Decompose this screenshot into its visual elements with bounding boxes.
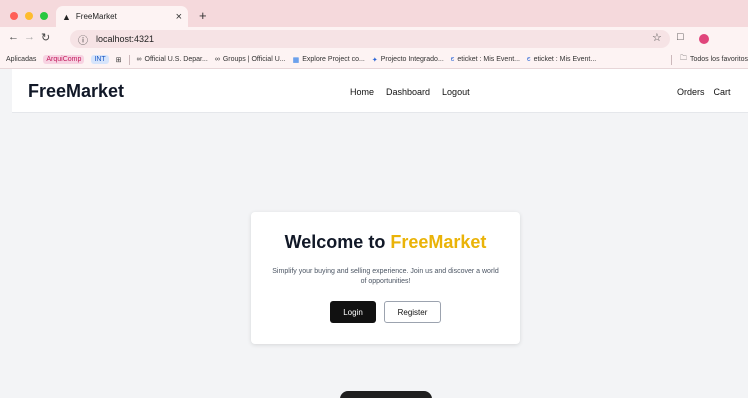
browser-toolbar: ← → ↻ ⓘ localhost:4321 ☆ □ (0, 27, 748, 51)
bookmarks-folder[interactable]: 🗀 Todos los favoritos (680, 54, 748, 65)
bookmark-projecto-integrado[interactable]: ✦ Projecto Integrado... (372, 56, 444, 64)
bookmark-label: Groups | Official U... (222, 56, 286, 63)
new-tab-icon[interactable]: + (199, 8, 207, 23)
welcome-heading-prefix: Welcome to (284, 232, 391, 252)
reload-icon[interactable]: ↻ (41, 31, 50, 44)
close-tab-icon[interactable]: × (176, 11, 182, 23)
forward-icon[interactable]: → (24, 31, 35, 43)
tab-title: FreeMarket (75, 12, 117, 21)
grid-icon: ▦ (292, 56, 300, 64)
bookmark-label: Projecto Integrado... (380, 56, 444, 63)
welcome-card: Welcome to FreeMarket Simplify your buyi… (251, 212, 520, 344)
bookmark-label: Official U.S. Depar... (144, 56, 208, 63)
bookmark-aplicadas[interactable]: Aplicadas (6, 56, 36, 63)
welcome-heading-brand: FreeMarket (390, 232, 487, 252)
bookmark-arquicomp[interactable]: ArquiComp (43, 55, 85, 64)
bookmark-label: Explore Project co... (302, 56, 365, 63)
apps-grid-icon[interactable]: ⊞ (116, 56, 122, 64)
minimize-window-button[interactable] (25, 12, 33, 20)
maximize-window-button[interactable] (40, 12, 48, 20)
welcome-subtitle: Simplify your buying and selling experie… (272, 268, 499, 285)
extensions-icon[interactable]: □ (677, 31, 684, 43)
bookmark-divider (671, 55, 672, 65)
folder-icon: 🗀 (680, 55, 687, 62)
bookmarks-bar: Aplicadas ArquiComp INT ⊞ ∞ Official U.S… (0, 51, 748, 69)
flame-icon: ▲ (62, 11, 71, 22)
browser-tab[interactable]: ▲ FreeMarket × (56, 6, 188, 27)
site-info-icon[interactable]: ⓘ (78, 32, 88, 47)
bookmark-groups[interactable]: ∞ Groups | Official U... (215, 56, 286, 63)
bookmark-explore-project[interactable]: ▦ Explore Project co... (293, 56, 365, 64)
nav-link-cart[interactable]: Cart (714, 87, 731, 97)
pin-icon: ✦ (371, 56, 378, 64)
bookmark-int[interactable]: INT (91, 55, 109, 64)
back-icon[interactable]: ← (8, 31, 19, 43)
link-icon: ∞ (214, 56, 220, 63)
url-text: localhost:4321 (96, 34, 155, 44)
link-icon: ∞ (136, 56, 142, 63)
address-bar[interactable]: ⓘ localhost:4321 (70, 30, 670, 48)
brand-logo[interactable]: FreeMarket (28, 81, 124, 102)
profile-avatar[interactable] (699, 34, 709, 44)
login-button[interactable]: Login (330, 301, 376, 323)
floating-toolbar[interactable] (340, 391, 432, 398)
user-nav: Orders Cart (677, 87, 740, 97)
browser-tab-strip: ▲ FreeMarket × + (0, 0, 748, 27)
nav-link-logout[interactable]: Logout (442, 87, 470, 97)
nav-link-orders[interactable]: Orders (677, 87, 705, 97)
bookmark-divider (128, 54, 130, 65)
e-icon: є (450, 56, 455, 63)
main-nav: Home Dashboard Logout (350, 87, 482, 97)
bookmark-official-us[interactable]: ∞ Official U.S. Depar... (137, 56, 208, 63)
e-icon: є (527, 56, 531, 63)
nav-link-dashboard[interactable]: Dashboard (386, 87, 430, 97)
bookmark-star-icon[interactable]: ☆ (652, 31, 662, 44)
welcome-heading: Welcome to FreeMarket (251, 232, 520, 253)
nav-link-home[interactable]: Home (350, 87, 374, 97)
bookmark-eticket-2[interactable]: є eticket : Mis Event... (527, 56, 596, 63)
register-button[interactable]: Register (384, 301, 441, 323)
app-navbar: FreeMarket Home Dashboard Logout Orders … (12, 69, 748, 113)
bookmarks-folder-label: Todos los favoritos (690, 56, 748, 63)
bookmark-label: eticket : Mis Event... (457, 56, 520, 63)
close-window-button[interactable] (10, 12, 18, 20)
bookmark-eticket-1[interactable]: є eticket : Mis Event... (451, 56, 520, 63)
bookmark-label: eticket : Mis Event... (533, 56, 597, 63)
